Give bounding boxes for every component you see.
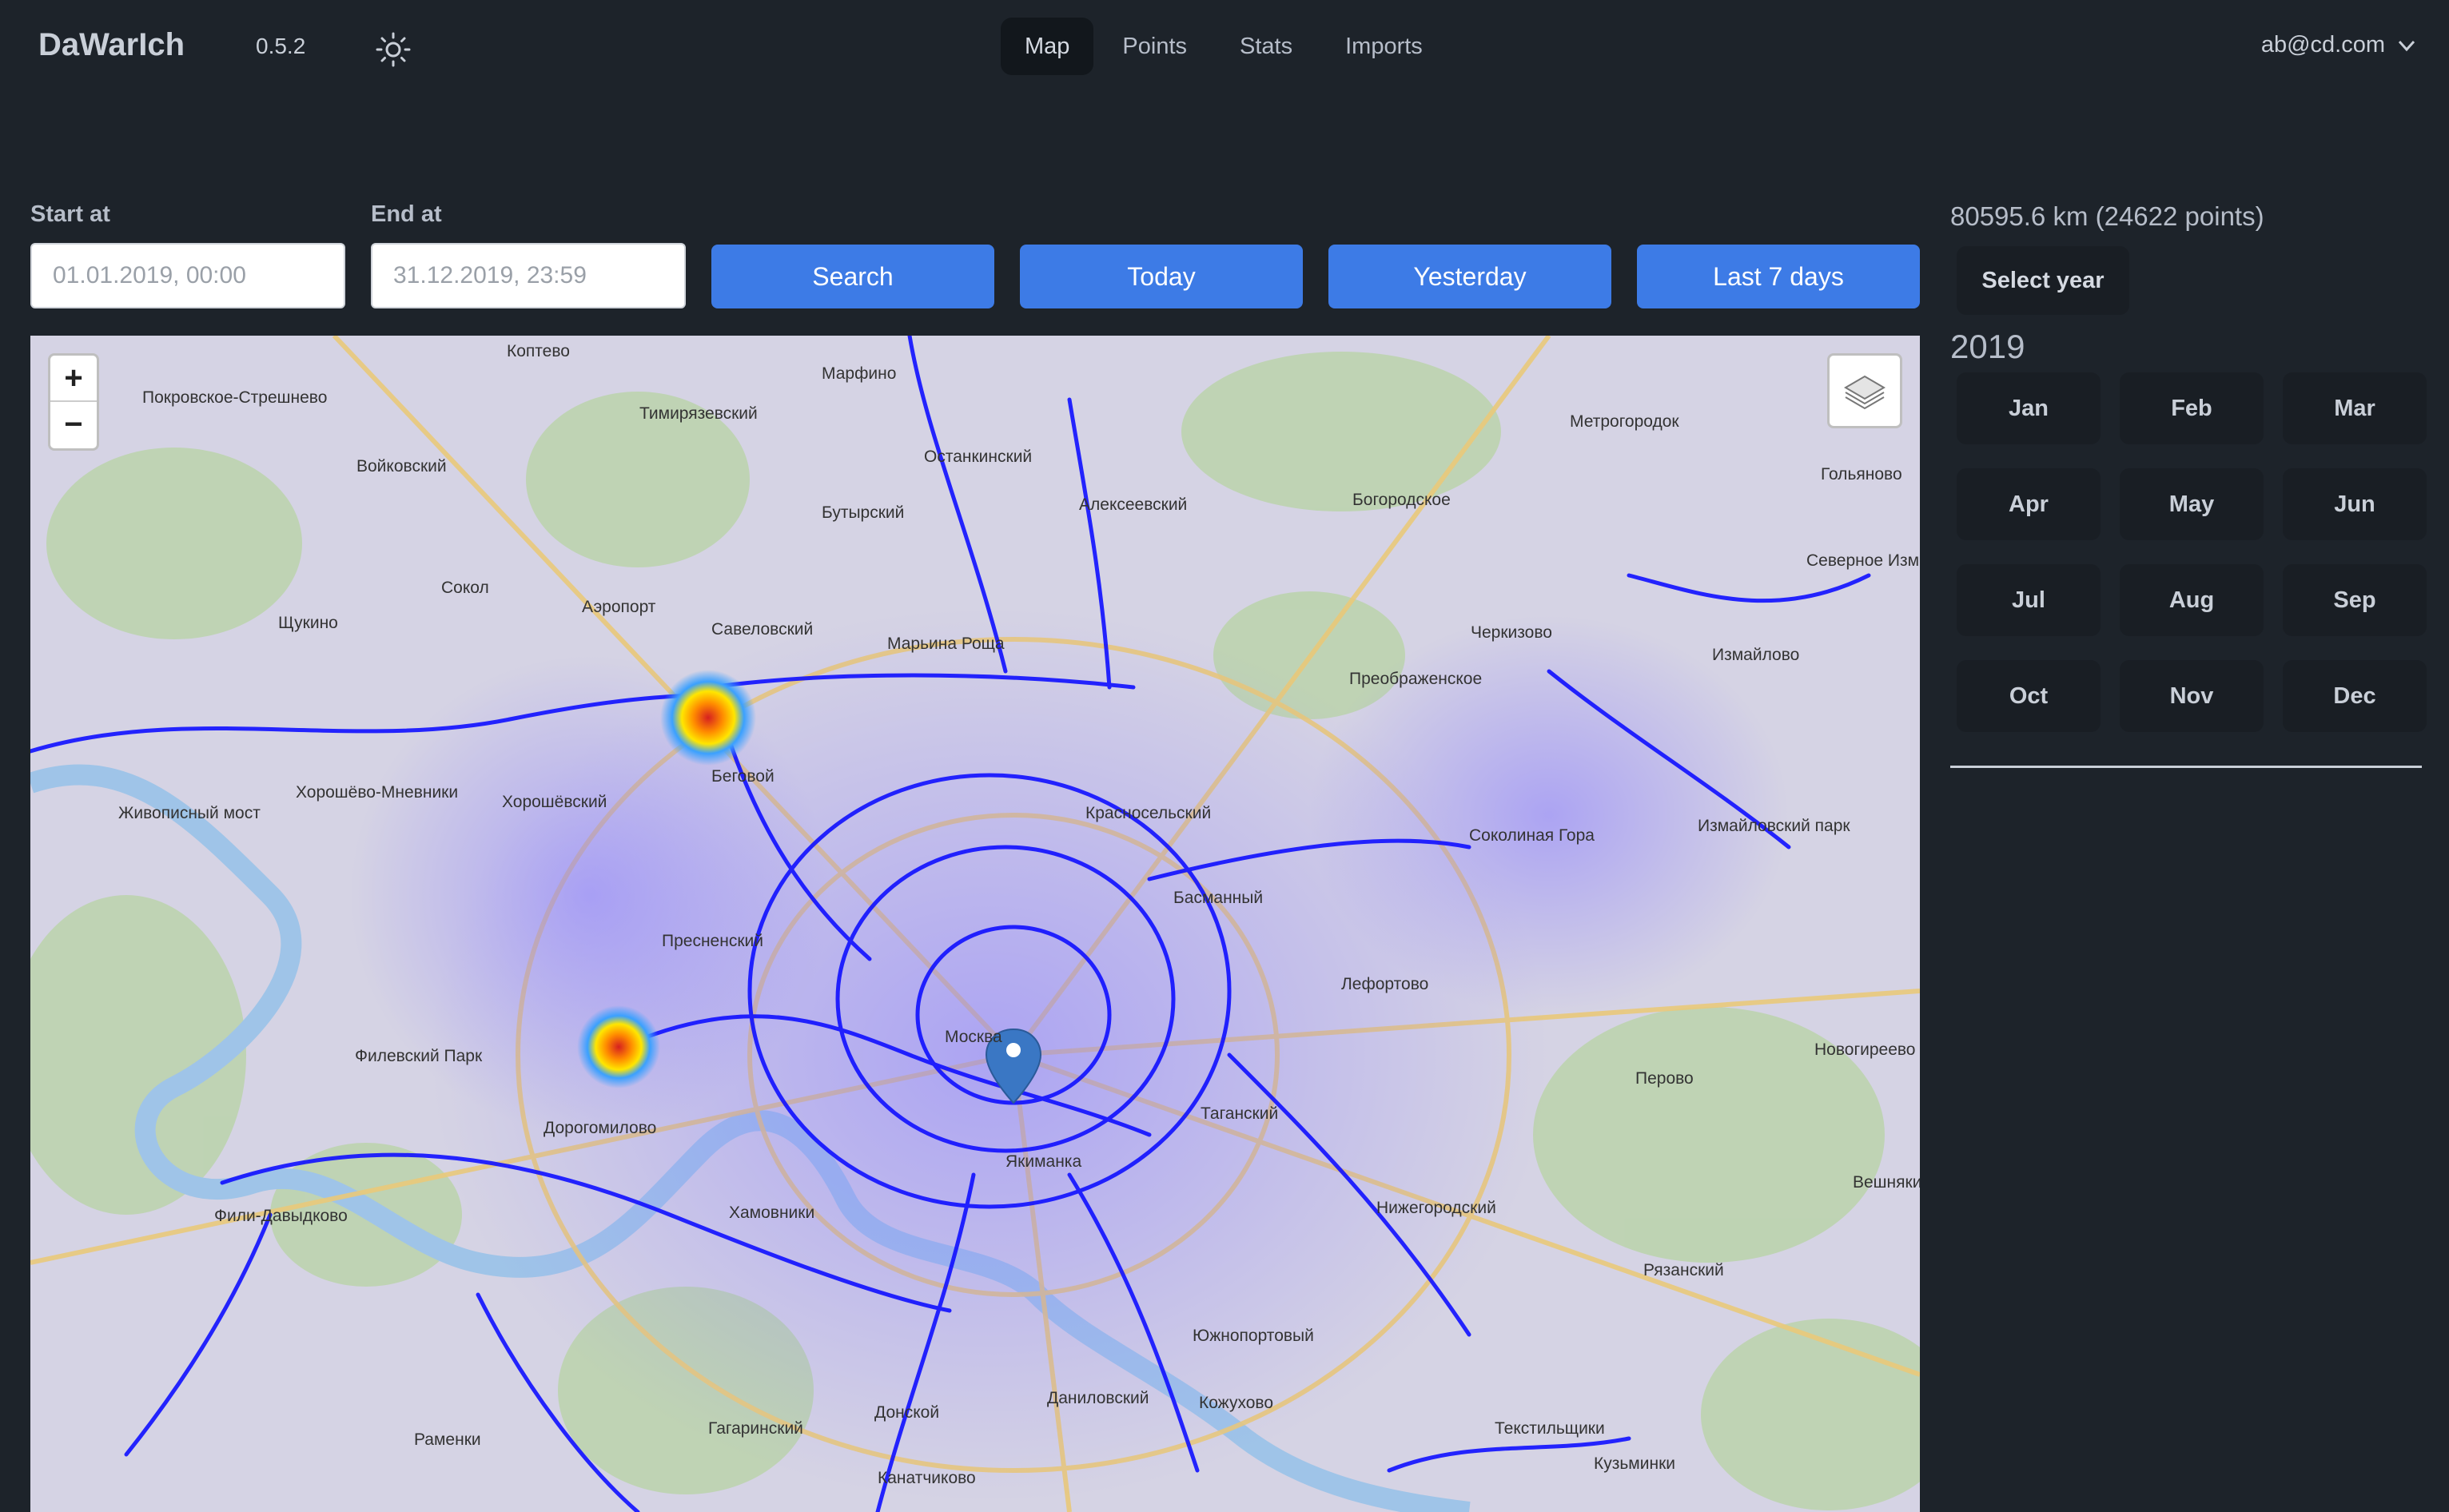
sidebar-divider [1950,766,2422,768]
map-label: Останкинский [924,448,1033,466]
month-button-feb[interactable]: Feb [2120,372,2264,444]
map-label: Красносельский [1085,804,1212,822]
search-button[interactable]: Search [711,245,994,308]
chevron-down-icon [2398,40,2415,51]
map-label: Филевский Парк [355,1047,483,1065]
map-label: Покровское-Стрешнево [142,388,328,407]
map-label: Кузьминки [1594,1454,1675,1473]
zoom-out-button[interactable]: − [50,402,97,448]
map-label: Войковский [356,457,447,475]
map-label: Текстильщики [1495,1419,1605,1438]
last-7-days-button[interactable]: Last 7 days [1637,245,1920,308]
distance-stats: 80595.6 km (24622 points) [1950,201,2264,231]
map-label: Таганский [1201,1104,1279,1123]
month-button-jun[interactable]: Jun [2283,468,2427,540]
nav-link-imports[interactable]: Imports [1321,18,1447,75]
year-heading: 2019 [1950,328,2025,365]
layers-control-button[interactable] [1827,353,1902,428]
user-menu[interactable]: ab@cd.com [2261,32,2417,58]
map-label: Даниловский [1047,1389,1149,1407]
map-label: Пресненский [662,932,763,950]
map-label: Нижегородский [1376,1199,1496,1217]
map-label: Гольяново [1821,465,1902,483]
navbar: DaWarIch 0.5.2 Map Points Stats Imports … [0,0,2449,96]
map-label: Аэропорт [582,598,656,616]
zoom-control: + − [48,353,99,451]
select-year-button[interactable]: Select year [1957,246,2129,315]
map-label: Москва [945,1028,1002,1046]
map-label: Северное Измайлово [1806,551,1920,570]
map-label: Алексеевский [1079,495,1188,514]
map-label: Фили-Давыдково [214,1207,348,1225]
map-view[interactable]: Покровское-Стрешнево Коптево Тимирязевск… [30,336,1920,1512]
user-email: ab@cd.com [2260,32,2385,58]
map-label: Канатчиково [878,1469,976,1487]
month-button-nov[interactable]: Nov [2120,660,2264,732]
nav-link-points[interactable]: Points [1098,18,1211,75]
month-grid: Jan Feb Mar Apr May Jun Jul Aug Sep Oct … [1957,372,2427,732]
map-label: Коптево [507,342,570,360]
nav-link-stats[interactable]: Stats [1216,18,1316,75]
map-label: Преображенское [1349,670,1483,688]
map-label: Живописный мост [118,804,261,822]
zoom-in-button[interactable]: + [50,356,97,402]
map-label: Южнопортовый [1193,1327,1314,1345]
map-label: Новогиреево [1814,1040,1916,1059]
map-label: Кожухово [1199,1394,1274,1412]
month-button-mar[interactable]: Mar [2283,372,2427,444]
start-at-label: Start at [30,201,110,227]
map-label: Марфино [822,364,897,383]
end-at-input[interactable] [371,243,686,308]
map-label: Хорошёво-Мневники [296,783,459,802]
month-button-may[interactable]: May [2120,468,2264,540]
map-label: Донской [874,1403,940,1422]
map-label: Вешняки [1853,1173,1920,1192]
start-at-input[interactable] [30,243,345,308]
map-label: Рязанский [1643,1261,1724,1279]
end-at-label: End at [371,201,442,227]
map-label: Хамовники [729,1204,815,1222]
map-label: Измайлово [1712,646,1800,664]
nav-link-map[interactable]: Map [1001,18,1094,75]
map-label: Сокол [441,579,489,597]
yesterday-button[interactable]: Yesterday [1328,245,1611,308]
month-button-oct[interactable]: Oct [1957,660,2101,732]
map-label: Басманный [1173,889,1264,907]
app-version: 0.5.2 [256,34,306,58]
map-canvas [30,336,1920,1512]
map-label: Якиманка [1005,1152,1082,1171]
map-label: Раменки [414,1430,481,1449]
month-button-dec[interactable]: Dec [2283,660,2427,732]
main-nav: Map Points Stats Imports [1001,18,1447,75]
map-label: Соколиная Гора [1469,826,1595,845]
map-label: Метрогородок [1570,412,1679,431]
sun-icon[interactable] [374,30,412,69]
map-label: Богородское [1352,491,1451,509]
map-label: Савеловский [711,620,814,639]
month-button-jan[interactable]: Jan [1957,372,2101,444]
map-label: Бутырский [822,503,905,522]
map-label: Черкизово [1471,623,1552,642]
month-button-jul[interactable]: Jul [1957,564,2101,636]
map-label: Марьина Роща [887,635,1005,653]
month-button-aug[interactable]: Aug [2120,564,2264,636]
month-button-apr[interactable]: Apr [1957,468,2101,540]
map-label: Гагаринский [708,1419,803,1438]
month-button-sep[interactable]: Sep [2283,564,2427,636]
today-button[interactable]: Today [1020,245,1303,308]
map-label: Хорошёвский [502,793,607,811]
map-label: Лефортово [1341,975,1429,993]
map-label: Измайловский парк [1698,817,1850,835]
layers-icon [1844,375,1886,410]
map-label: Беговой [711,767,775,786]
map-label: Дорогомилово [544,1119,657,1137]
map-label: Перово [1635,1069,1694,1088]
map-label: Щукино [278,614,338,632]
brand-logo[interactable]: DaWarIch [38,27,185,63]
map-label: Тимирязевский [639,404,758,423]
